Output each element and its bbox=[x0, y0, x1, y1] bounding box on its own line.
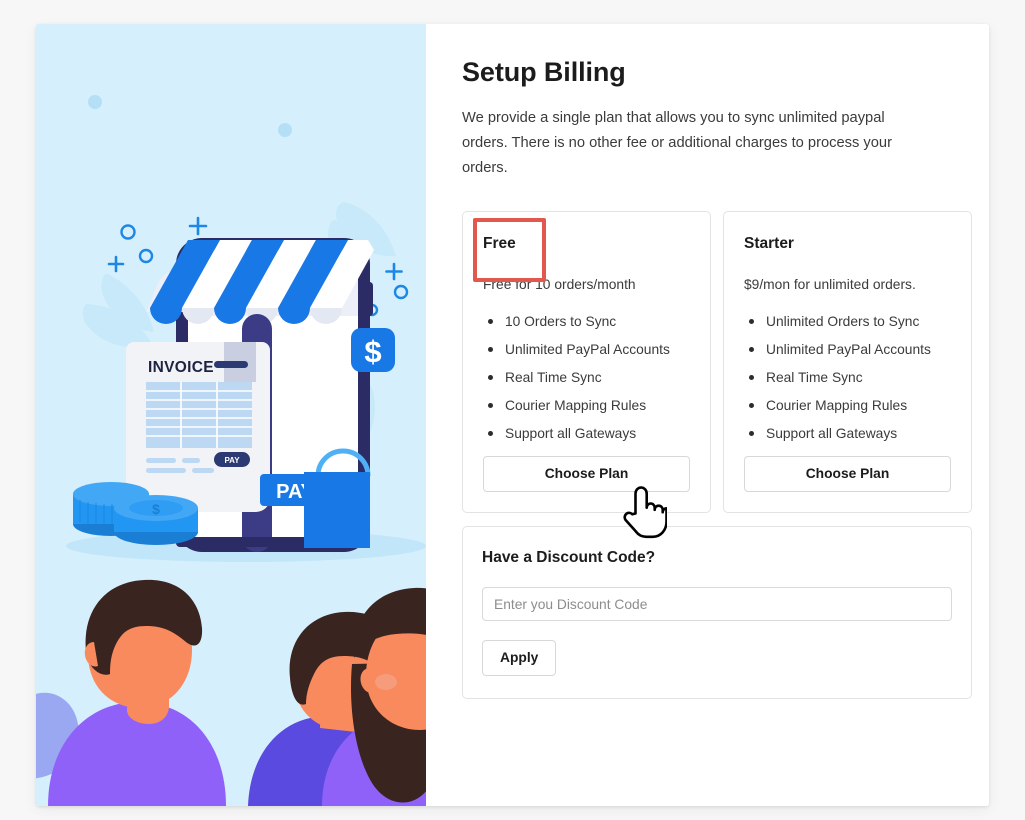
plan-price: $9/mon for unlimited orders. bbox=[744, 277, 916, 293]
plan-feature-item: 10 Orders to Sync bbox=[483, 312, 690, 332]
bullet-icon bbox=[488, 431, 493, 437]
bullet-icon bbox=[749, 347, 754, 353]
plan-feature-item: Real Time Sync bbox=[744, 368, 951, 388]
plan-feature-label: Real Time Sync bbox=[766, 370, 863, 386]
plan-feature-label: Unlimited PayPal Accounts bbox=[766, 342, 931, 358]
invoice-label: INVOICE bbox=[148, 359, 214, 376]
plan-feature-label: Support all Gateways bbox=[766, 426, 898, 442]
bullet-icon bbox=[749, 431, 754, 437]
plan-feature-item: Real Time Sync bbox=[483, 368, 690, 388]
plan-feature-label: Courier Mapping Rules bbox=[505, 398, 647, 414]
svg-text:$: $ bbox=[152, 501, 160, 517]
bullet-icon bbox=[749, 375, 754, 381]
plan-feature-label: Courier Mapping Rules bbox=[766, 398, 908, 414]
plan-feature-item: Support all Gateways bbox=[744, 424, 951, 444]
plan-card-free[interactable]: Free Free for 10 orders/month 10 Orders … bbox=[462, 211, 711, 514]
billing-page: $ INVOICE PAY PAY $ Setup Billing We pro… bbox=[0, 0, 1025, 820]
discount-code-input[interactable] bbox=[482, 587, 952, 622]
plan-feature-item: Courier Mapping Rules bbox=[744, 396, 951, 416]
plan-feature-item: Courier Mapping Rules bbox=[483, 396, 690, 416]
plan-feature-label: Unlimited Orders to Sync bbox=[766, 314, 920, 330]
bullet-icon bbox=[488, 375, 493, 381]
page-description: We provide a single plan that allows you… bbox=[462, 110, 892, 177]
billing-content: Setup Billing We provide a single plan t… bbox=[426, 24, 989, 806]
billing-card: $ INVOICE PAY PAY $ Setup Billing We pro… bbox=[36, 24, 989, 806]
plan-feature-item: Unlimited PayPal Accounts bbox=[483, 340, 690, 360]
plan-feature-label: Support all Gateways bbox=[505, 426, 637, 442]
plan-feature-label: 10 Orders to Sync bbox=[505, 314, 617, 330]
bullet-icon bbox=[488, 403, 493, 409]
bullet-icon bbox=[488, 319, 493, 325]
plan-price: Free for 10 orders/month bbox=[483, 277, 636, 293]
plan-title: Free bbox=[483, 235, 516, 253]
plans-list: Free Free for 10 orders/month 10 Orders … bbox=[462, 211, 972, 514]
plan-feature-item: Unlimited Orders to Sync bbox=[744, 312, 951, 332]
plan-feature-item: Support all Gateways bbox=[483, 424, 690, 444]
plan-features: 10 Orders to Sync Unlimited PayPal Accou… bbox=[483, 312, 690, 444]
illustration-artwork: $ INVOICE PAY PAY $ bbox=[36, 24, 426, 806]
apply-discount-button[interactable]: Apply bbox=[482, 640, 557, 677]
invoice-pay-badge: PAY bbox=[224, 456, 240, 465]
plan-feature-label: Unlimited PayPal Accounts bbox=[505, 342, 670, 358]
page-title: Setup Billing bbox=[462, 57, 626, 87]
choose-plan-button-free[interactable]: Choose Plan bbox=[483, 456, 690, 493]
dollar-sign-icon: $ bbox=[364, 334, 381, 369]
plan-features: Unlimited Orders to Sync Unlimited PayPa… bbox=[744, 312, 951, 444]
plan-title: Starter bbox=[744, 235, 794, 253]
billing-illustration: $ INVOICE PAY PAY $ bbox=[36, 24, 426, 806]
discount-code-card: Have a Discount Code? Apply bbox=[462, 526, 972, 700]
plan-card-starter[interactable]: Starter $9/mon for unlimited orders. Unl… bbox=[723, 211, 972, 514]
bullet-icon bbox=[488, 347, 493, 353]
discount-code-title: Have a Discount Code? bbox=[482, 549, 656, 567]
bullet-icon bbox=[749, 319, 754, 325]
plan-feature-item: Unlimited PayPal Accounts bbox=[744, 340, 951, 360]
bullet-icon bbox=[749, 403, 754, 409]
plan-feature-label: Real Time Sync bbox=[505, 370, 602, 386]
choose-plan-button-starter[interactable]: Choose Plan bbox=[744, 456, 951, 493]
